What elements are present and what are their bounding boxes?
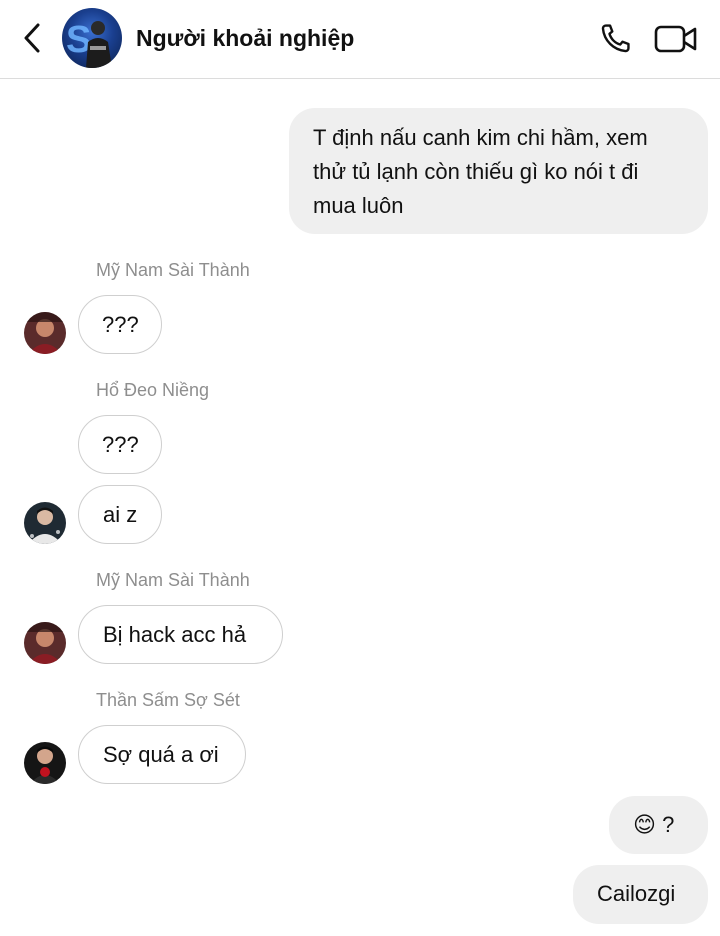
outgoing-message[interactable]: T định nấu canh kim chi hầm, xem thử tủ …	[289, 108, 708, 234]
incoming-message[interactable]: Sợ quá a ơi	[78, 725, 246, 784]
message-text: Sợ quá a ơi	[103, 742, 219, 767]
message-line: mua luôn	[313, 193, 404, 218]
sender-name: Thần Sấm Sợ Sét	[96, 690, 240, 710]
message-text: ai z	[103, 502, 138, 527]
chat-header: S Người khoải nghiệp	[0, 0, 720, 79]
call-button[interactable]	[594, 18, 636, 60]
video-call-button[interactable]	[652, 18, 700, 60]
avatar[interactable]	[24, 742, 66, 784]
message-line: thử tủ lạnh còn thiếu gì ko nói t đi	[313, 159, 639, 184]
group-avatar[interactable]: S	[62, 8, 122, 68]
avatar[interactable]	[24, 502, 66, 544]
back-button[interactable]	[14, 18, 50, 58]
video-camera-icon	[654, 25, 697, 53]
message-line: T định nấu canh kim chi hầm, xem	[313, 125, 648, 150]
outgoing-message[interactable]: 😊 ?	[609, 796, 708, 854]
incoming-message[interactable]: ai z	[78, 485, 162, 544]
sender-name: Hổ Đeo Niềng	[96, 380, 210, 400]
outgoing-message[interactable]: Cailozgi	[573, 865, 708, 924]
smiling-face-emoji-icon: 😊	[633, 812, 656, 837]
message-text: ???	[102, 432, 139, 457]
message-text: ???	[102, 312, 139, 337]
chevron-left-icon	[24, 23, 40, 53]
message-text: Bị hack acc hả	[103, 622, 247, 647]
message-text: Cailozgi	[597, 881, 676, 906]
avatar[interactable]	[24, 312, 66, 354]
sender-name: Mỹ Nam Sài Thành	[96, 570, 250, 590]
incoming-message[interactable]: Bị hack acc hả	[78, 605, 283, 664]
incoming-message[interactable]: ???	[78, 415, 162, 474]
sender-name: Mỹ Nam Sài Thành	[96, 260, 250, 280]
message-text: ?	[662, 812, 675, 837]
avatar[interactable]	[24, 622, 66, 664]
incoming-message[interactable]: ???	[78, 295, 162, 354]
chat-title: Người khoải nghiệp	[136, 25, 355, 51]
phone-icon	[601, 24, 630, 53]
